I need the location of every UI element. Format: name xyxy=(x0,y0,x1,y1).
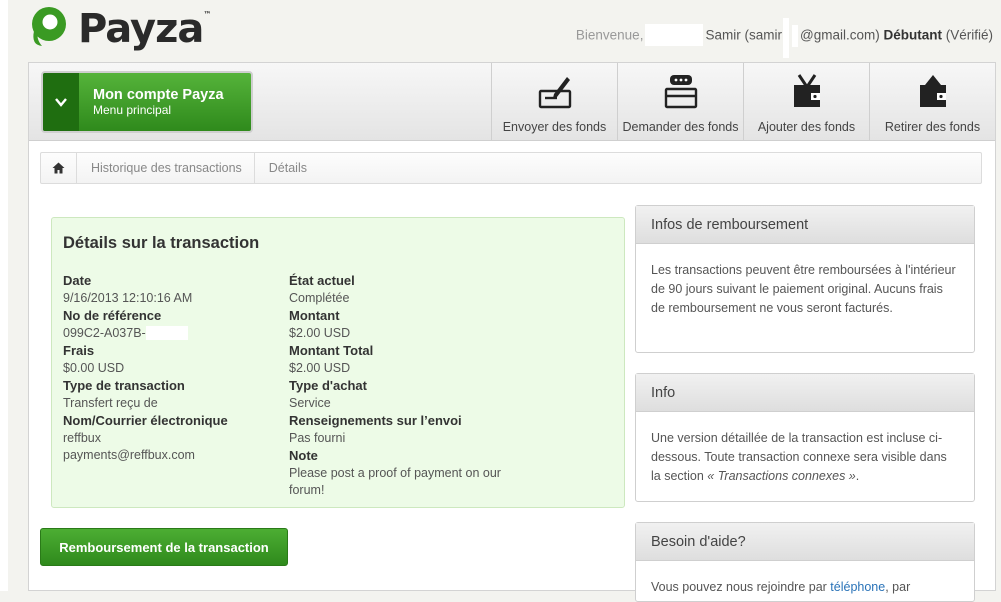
masked-email xyxy=(782,18,789,58)
transaction-type-label: Type de transaction xyxy=(63,378,185,393)
home-icon xyxy=(52,162,65,174)
main-content: Mon compte Payza Menu principal Envoyer … xyxy=(28,62,996,602)
note-value: Please post a proof of payment on our fo… xyxy=(289,465,501,498)
nav-send-funds-label: Envoyer des fonds xyxy=(502,120,607,134)
left-margin-strip xyxy=(0,0,8,591)
reference-label: No de référence xyxy=(63,308,162,323)
date-value: 9/16/2013 12:10:16 AM xyxy=(63,290,193,305)
send-funds-icon xyxy=(538,77,571,109)
user-email-prefix: (samir xyxy=(744,27,782,43)
funds-nav: Envoyer des fonds Demander des fonds Ajo… xyxy=(491,63,995,141)
account-menu-subtitle: Menu principal xyxy=(93,103,172,117)
help-title: Besoin d'aide? xyxy=(636,523,974,561)
info-panel: Info Une version détaillée de la transac… xyxy=(635,373,975,502)
chevron-down-icon xyxy=(43,73,79,131)
nav-withdraw-funds[interactable]: Retirer des fonds xyxy=(869,63,995,141)
info-title: Info xyxy=(636,374,974,412)
breadcrumb-transaction-history[interactable]: Historique des transactions xyxy=(77,153,255,183)
nav-request-funds[interactable]: Demander des fonds xyxy=(617,63,743,141)
breadcrumb-home[interactable] xyxy=(41,153,77,183)
transaction-details-col-2: État actuel Complétée Montant $2.00 USD … xyxy=(289,272,514,500)
amount-label: Montant xyxy=(289,308,340,323)
help-panel: Besoin d'aide? Vous pouvez nous rejoindr… xyxy=(635,522,975,602)
user-name: Samir xyxy=(705,27,741,43)
user-email-domain: @gmail.com) xyxy=(799,27,880,43)
request-funds-icon xyxy=(664,75,697,109)
payza-logo-text: Payza™ xyxy=(78,6,211,52)
purchase-type-value: Service xyxy=(289,395,331,410)
shipping-info-label: Renseignements sur l’envoi xyxy=(289,413,462,428)
related-transactions-ref: « Transactions connexes » xyxy=(707,469,856,483)
my-account-menu-button[interactable]: Mon compte Payza Menu principal xyxy=(41,71,253,133)
top-header: Payza™ Bienvenue, Samir (samir @gmail.com)… xyxy=(8,0,1001,60)
sender-email: payments@reffbux.com xyxy=(63,448,195,462)
account-level: Débutant xyxy=(883,27,942,43)
note-label: Note xyxy=(289,448,318,463)
payza-logo[interactable]: Payza™ xyxy=(28,0,211,52)
masked-reference xyxy=(145,326,188,341)
transaction-details-col-1: Date 9/16/2013 12:10:16 AM No de référen… xyxy=(63,272,278,465)
transaction-details-title: Détails sur la transaction xyxy=(63,234,260,252)
state-label: État actuel xyxy=(289,273,355,288)
reference-value: 099C2-A037B- xyxy=(63,325,146,340)
nav-add-funds-label: Ajouter des fonds xyxy=(757,120,856,134)
state-value: Complétée xyxy=(289,290,350,305)
transaction-type-value: Transfert reçu de xyxy=(63,395,158,410)
purchase-type-label: Type d'achat xyxy=(289,378,367,393)
masked-email-2 xyxy=(791,25,798,47)
verification-status: (Vérifié) xyxy=(945,27,993,43)
account-menu-title: Mon compte Payza xyxy=(93,87,224,103)
reference-row: 099C2-A037B- xyxy=(63,325,278,343)
nav-add-funds[interactable]: Ajouter des fonds xyxy=(743,63,869,141)
refund-info-title: Infos de remboursement xyxy=(636,206,974,244)
nav-send-funds[interactable]: Envoyer des fonds xyxy=(491,63,617,141)
main-navbar: Mon compte Payza Menu principal Envoyer … xyxy=(29,63,995,141)
total-amount-value: $2.00 USD xyxy=(289,360,351,375)
breadcrumb-details: Détails xyxy=(268,161,307,175)
phone-link[interactable]: téléphone xyxy=(830,580,885,594)
refund-transaction-button[interactable]: Remboursement de la transaction xyxy=(40,528,288,566)
amount-value: $2.00 USD xyxy=(289,325,351,340)
date-label: Date xyxy=(63,273,92,288)
refund-info-panel: Infos de remboursement Les transactions … xyxy=(635,205,975,353)
welcome-prefix: Bienvenue, xyxy=(575,27,644,43)
breadcrumb: Historique des transactions Détails xyxy=(40,152,982,184)
shipping-info-value: Pas fourni xyxy=(289,430,346,445)
help-body: Vous pouvez nous rejoindre par téléphone… xyxy=(651,580,911,594)
fees-value: $0.00 USD xyxy=(63,360,125,375)
withdraw-funds-icon xyxy=(919,75,946,107)
nav-request-funds-label: Demander des fonds xyxy=(622,120,739,134)
add-funds-icon xyxy=(793,74,820,107)
fees-label: Frais xyxy=(63,343,95,358)
transaction-details-box: Détails sur la transaction Date 9/16/201… xyxy=(51,217,625,508)
sender-name: reffbux xyxy=(63,430,101,445)
refund-info-body: Les transactions peuvent être remboursée… xyxy=(651,263,956,315)
name-email-label: Nom/Courrier électronique xyxy=(63,413,228,428)
masked-name xyxy=(645,24,704,46)
nav-withdraw-funds-label: Retirer des fonds xyxy=(884,120,981,134)
total-amount-label: Montant Total xyxy=(289,343,374,358)
payza-logo-icon xyxy=(28,5,70,47)
welcome-banner: Bienvenue, Samir (samir @gmail.com) Débuta… xyxy=(575,16,993,58)
info-body: Une version détaillée de la transaction … xyxy=(651,431,947,483)
